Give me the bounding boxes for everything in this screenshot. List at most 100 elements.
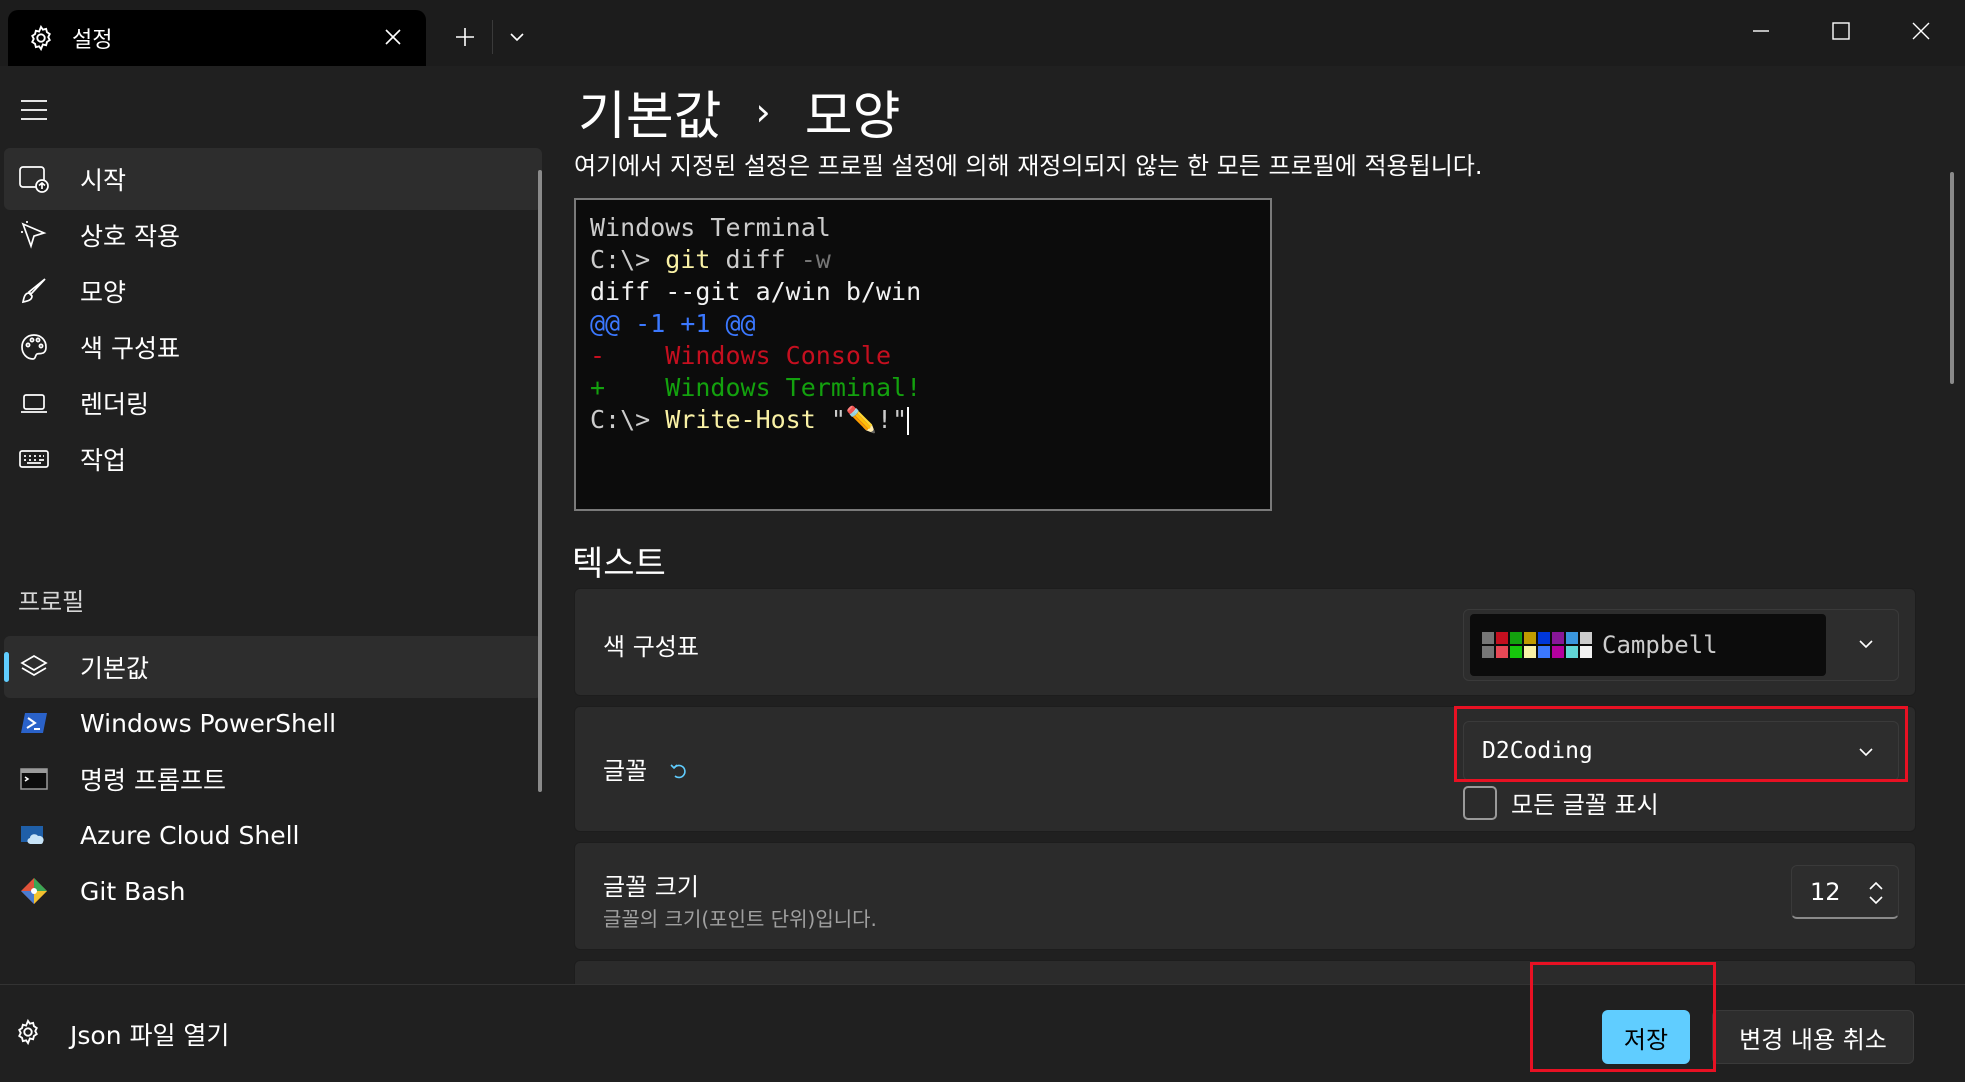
color-scheme-value: Campbell xyxy=(1602,631,1718,659)
color-swatch xyxy=(1510,646,1522,658)
color-swatch xyxy=(1580,646,1592,658)
show-all-fonts-row[interactable]: 모든 글꼴 표시 xyxy=(1463,785,1659,820)
maximize-icon[interactable] xyxy=(1816,10,1866,52)
preview-line: Windows Terminal xyxy=(590,213,831,242)
font-size-card: 글꼴 크기 글꼴의 크기(포인트 단위)입니다. 12 xyxy=(574,842,1916,950)
sidebar-item-label: Git Bash xyxy=(80,876,186,906)
main-scrollbar[interactable] xyxy=(1950,172,1954,384)
settings-tab[interactable]: 설정 xyxy=(8,10,426,66)
sidebar-scrollbar[interactable] xyxy=(538,170,542,792)
color-swatch xyxy=(1482,632,1494,644)
interaction-icon xyxy=(16,217,52,253)
font-label-row: 글꼴 xyxy=(603,751,689,786)
preview-line: C:\> Write-Host "✏️!" xyxy=(590,405,910,435)
sidebar-item-command-prompt[interactable]: 명령 프롬프트 xyxy=(4,748,542,810)
sidebar-item-label: 모양 xyxy=(80,278,127,307)
open-json-link[interactable]: Json 파일 열기 xyxy=(14,1016,229,1052)
layers-icon xyxy=(16,649,52,685)
font-size-label: 글꼴 크기 xyxy=(603,873,699,901)
sidebar-item-azure-cloud-shell[interactable]: Azure Cloud Shell xyxy=(4,804,542,866)
sidebar-item-rendering[interactable]: 렌더링 xyxy=(4,372,542,434)
sidebar-item-appearance[interactable]: 모양 xyxy=(4,260,542,322)
color-scheme-preview: Campbell xyxy=(1470,614,1826,676)
color-swatch xyxy=(1552,632,1564,644)
tab-separator xyxy=(492,20,493,54)
azure-icon xyxy=(16,817,52,853)
new-tab-plus-icon[interactable] xyxy=(448,20,482,54)
breadcrumb-item[interactable]: 기본값 xyxy=(578,74,722,149)
breadcrumb-separator: › xyxy=(755,89,771,134)
preview-line: C:\> git diff -w xyxy=(590,245,831,274)
font-label: 글꼴 xyxy=(603,757,648,785)
page-subtitle: 여기에서 지정된 설정은 프로필 설정에 의해 재정의되지 않는 한 모든 프로… xyxy=(574,152,1483,180)
hamburger-menu-icon[interactable] xyxy=(14,92,54,128)
section-title-text: 텍스트 xyxy=(572,544,666,584)
color-swatch xyxy=(1496,646,1508,658)
reset-icon[interactable] xyxy=(669,758,689,786)
color-swatch xyxy=(1524,646,1536,658)
font-size-value: 12 xyxy=(1810,878,1841,906)
sidebar-item-label: 렌더링 xyxy=(80,390,150,419)
gear-icon xyxy=(26,23,56,53)
sidebar-item-defaults[interactable]: 기본값 xyxy=(4,636,542,698)
startup-icon xyxy=(16,161,52,197)
show-all-fonts-label: 모든 글꼴 표시 xyxy=(1511,791,1659,819)
sidebar-item-color-schemes[interactable]: 색 구성표 xyxy=(4,316,542,378)
close-tab-icon[interactable] xyxy=(380,24,406,50)
color-scheme-dropdown[interactable]: Campbell xyxy=(1463,609,1899,681)
color-swatch xyxy=(1538,632,1550,644)
color-scheme-label: 색 구성표 xyxy=(603,633,699,661)
sidebar-item-powershell[interactable]: Windows PowerShell xyxy=(4,692,542,754)
profiles-section-label: 프로필 xyxy=(18,588,85,616)
sidebar-item-actions[interactable]: 작업 xyxy=(4,428,542,490)
selection-indicator xyxy=(4,652,9,682)
laptop-icon xyxy=(16,385,52,421)
close-window-icon[interactable] xyxy=(1896,10,1946,52)
preview-line: + Windows Terminal! xyxy=(590,373,922,402)
tab-title: 설정 xyxy=(72,28,113,53)
sidebar-item-label: 명령 프롬프트 xyxy=(80,766,226,795)
main-content: 기본값 › 모양 여기에서 지정된 설정은 프로필 설정에 의해 재정의되지 않… xyxy=(548,66,1965,1082)
font-size-stepper[interactable]: 12 xyxy=(1791,865,1899,919)
gear-icon xyxy=(14,1018,42,1050)
minimize-icon[interactable] xyxy=(1736,10,1786,52)
sidebar-item-label: 상호 작용 xyxy=(80,222,180,251)
breadcrumb-current: 모양 xyxy=(804,87,901,147)
sidebar: 시작 상호 작용 모양 색 구성표 렌더링 작업 프로필 기본값 Windows… xyxy=(0,66,548,1082)
cmd-icon xyxy=(16,761,52,797)
open-json-label: Json 파일 열기 xyxy=(70,1021,230,1050)
color-swatch xyxy=(1482,646,1494,658)
sidebar-item-label: 기본값 xyxy=(80,654,150,683)
text-cursor xyxy=(907,407,910,435)
color-swatch xyxy=(1524,632,1536,644)
color-scheme-card: 색 구성표 Campbell xyxy=(574,588,1916,696)
powershell-icon xyxy=(16,705,52,741)
chevron-down-icon xyxy=(1852,630,1880,658)
preview-line: - Windows Console xyxy=(590,341,892,370)
color-swatch xyxy=(1538,646,1550,658)
sidebar-item-interaction[interactable]: 상호 작용 xyxy=(4,204,542,266)
terminal-preview: Windows Terminal C:\> git diff -w diff -… xyxy=(574,198,1272,511)
sidebar-item-label: Windows PowerShell xyxy=(80,708,337,738)
keyboard-icon xyxy=(16,441,52,477)
git-icon xyxy=(16,873,52,909)
palette-icon xyxy=(16,329,52,365)
chevron-down-icon[interactable] xyxy=(500,20,534,54)
spinner-icon[interactable] xyxy=(1864,878,1888,908)
font-highlight-box xyxy=(1454,706,1908,782)
sidebar-item-label: 색 구성표 xyxy=(80,334,180,363)
color-swatch xyxy=(1552,646,1564,658)
title-bar: 설정 xyxy=(0,0,1965,66)
sidebar-item-label: 시작 xyxy=(80,166,127,195)
color-swatch xyxy=(1496,632,1508,644)
sidebar-item-label: Azure Cloud Shell xyxy=(80,820,300,850)
sidebar-item-git-bash[interactable]: Git Bash xyxy=(4,860,542,922)
brush-icon xyxy=(16,273,52,309)
color-swatch xyxy=(1510,632,1522,644)
sidebar-item-startup[interactable]: 시작 xyxy=(4,148,542,210)
show-all-fonts-checkbox[interactable] xyxy=(1463,785,1497,820)
breadcrumb: 기본값 › 모양 xyxy=(578,74,900,149)
save-highlight-box xyxy=(1530,962,1716,1072)
discard-changes-button[interactable]: 변경 내용 취소 xyxy=(1712,1010,1914,1064)
preview-line: @@ -1 +1 @@ xyxy=(590,309,756,338)
